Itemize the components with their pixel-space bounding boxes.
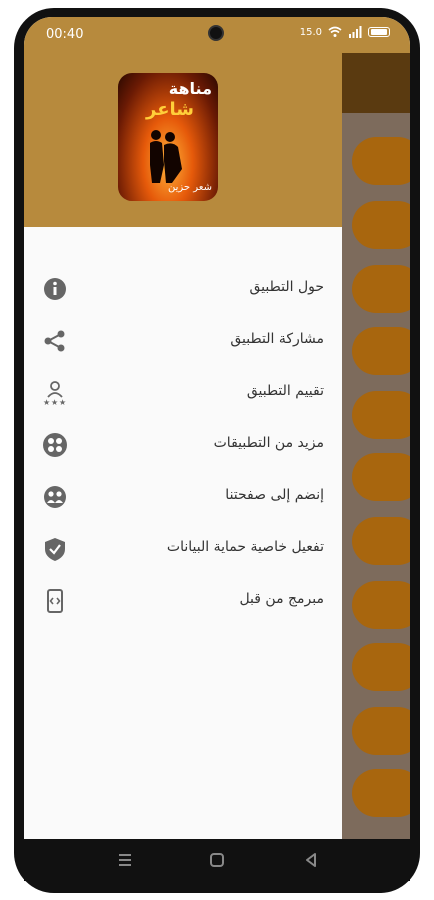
menu-label: مشاركة التطبيق [230, 331, 324, 347]
list-item[interactable] [352, 327, 410, 375]
navigation-drawer: مناهة شاعر شعر حزين حول التطبيق مشاركة ا… [24, 53, 342, 839]
share-icon [44, 330, 65, 352]
list-item[interactable] [352, 769, 410, 817]
recent-apps-icon[interactable] [116, 851, 134, 869]
info-icon [44, 278, 66, 300]
logo-footer: شعر حزين [168, 182, 212, 193]
svg-text:★: ★ [59, 398, 66, 406]
menu-label: إنضم إلى صفحتنا [225, 487, 324, 503]
screen: 00:40 15.0 مناهة شاعر شعر حزين حول التطب… [24, 17, 410, 839]
menu-label: تفعيل خاصية حماية البيانات [166, 539, 324, 555]
menu-label: مزيد من التطبيقات [213, 435, 324, 451]
menu-label: مبرمج من قبل [239, 591, 324, 607]
app-logo: مناهة شاعر شعر حزين [118, 73, 218, 201]
menu-label: حول التطبيق [249, 279, 325, 295]
list-item[interactable] [352, 391, 410, 439]
status-bar: 00:40 15.0 [24, 17, 410, 53]
home-icon[interactable] [208, 851, 226, 869]
developer-icon [47, 589, 63, 613]
list-item[interactable] [352, 517, 410, 565]
menu-item-join-page[interactable]: إنضم إلى صفحتنا [24, 471, 342, 523]
background-app-list [342, 53, 410, 839]
list-item[interactable] [352, 201, 410, 249]
couple-silhouette-icon [150, 130, 182, 183]
status-time: 00:40 [46, 27, 84, 42]
more-apps-icon [43, 433, 67, 457]
list-item[interactable] [352, 581, 410, 629]
svg-text:★: ★ [51, 398, 58, 406]
system-nav-bar [24, 839, 410, 881]
logo-title: مناهة [168, 79, 212, 98]
list-item[interactable] [352, 453, 410, 501]
list-item[interactable] [352, 707, 410, 755]
drawer-header: مناهة شاعر شعر حزين [24, 53, 342, 227]
background-app-header [342, 53, 410, 113]
shield-icon [45, 538, 65, 561]
menu-label: تقييم التطبيق [246, 383, 324, 399]
back-icon[interactable] [302, 851, 320, 869]
wifi-icon [328, 26, 342, 37]
drawer-menu: حول التطبيق مشاركة التطبيق ★ ★ ★ تقييم ا… [24, 263, 342, 627]
list-item[interactable] [352, 265, 410, 313]
menu-item-about[interactable]: حول التطبيق [24, 263, 342, 315]
join-page-icon [44, 486, 66, 508]
rate-icon: ★ ★ ★ [43, 381, 66, 406]
logo-subtitle: شاعر [146, 99, 194, 120]
svg-text:★: ★ [43, 398, 50, 406]
menu-item-share[interactable]: مشاركة التطبيق [24, 315, 342, 367]
list-item[interactable] [352, 643, 410, 691]
camera-icon [208, 25, 224, 41]
menu-item-more-apps[interactable]: مزيد من التطبيقات [24, 419, 342, 471]
battery-icon [368, 27, 390, 37]
signal-icon [349, 26, 362, 38]
menu-item-rate[interactable]: ★ ★ ★ تقييم التطبيق [24, 367, 342, 419]
menu-item-data-protection[interactable]: تفعيل خاصية حماية البيانات [24, 523, 342, 575]
menu-item-developer[interactable]: مبرمج من قبل [24, 575, 342, 627]
list-item[interactable] [352, 137, 410, 185]
network-speed: 15.0 [299, 26, 322, 38]
